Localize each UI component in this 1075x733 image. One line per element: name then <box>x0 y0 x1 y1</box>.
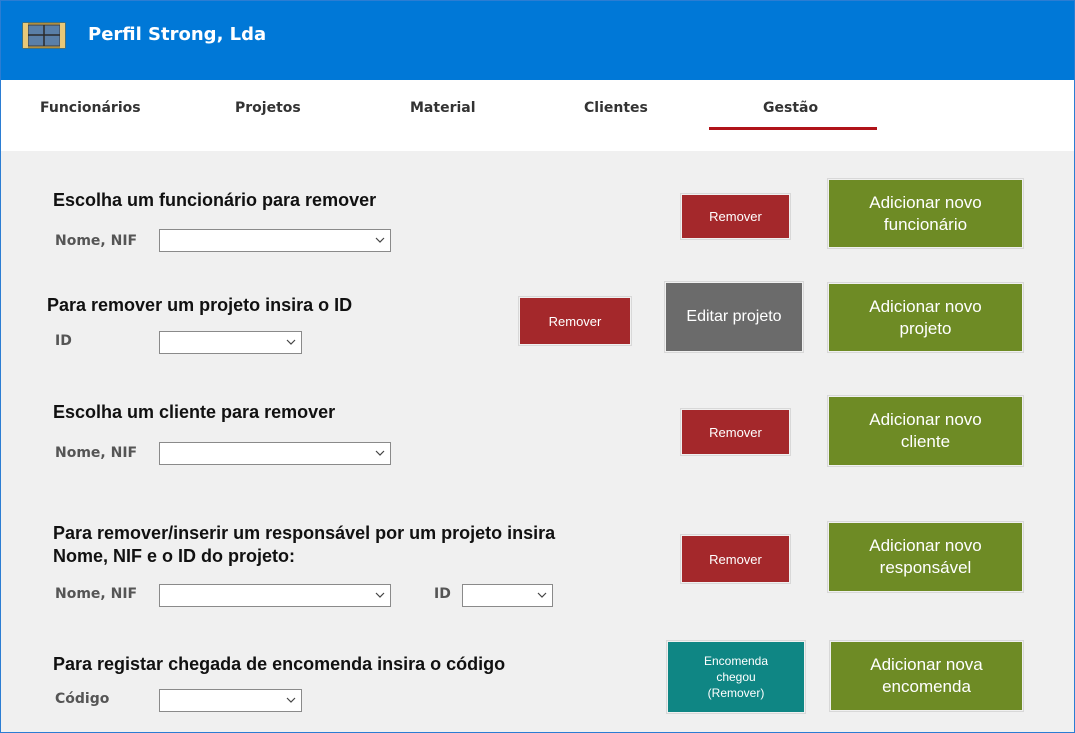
order-code-select[interactable] <box>159 689 302 712</box>
tab-gestao[interactable]: Gestão <box>763 100 818 116</box>
remove-client-heading: Escolha um cliente para remover <box>53 402 336 422</box>
add-employee-button[interactable]: Adicionar novo funcionário <box>827 178 1024 249</box>
employee-name-nif-label: Nome, NIF <box>55 233 138 249</box>
tab-funcionarios[interactable]: Funcionários <box>40 100 141 116</box>
remove-employee-button[interactable]: Remover <box>680 193 791 240</box>
project-id-select[interactable] <box>159 331 302 354</box>
responsible-project-id-select[interactable] <box>462 584 553 607</box>
chevron-down-icon <box>286 339 296 345</box>
remove-employee-heading: Escolha um funcionário para remover <box>53 190 377 210</box>
responsible-select[interactable] <box>159 584 391 607</box>
tab-projetos[interactable]: Projetos <box>235 100 301 116</box>
chevron-down-icon <box>375 237 385 243</box>
remove-project-heading: Para remover um projeto insira o ID <box>47 295 353 315</box>
tab-bar <box>0 80 1075 151</box>
title-bar: Perfil Strong, Lda <box>0 0 1075 80</box>
responsible-heading-line1: Para remover/inserir um responsável por … <box>53 523 556 543</box>
remove-project-button[interactable]: Remover <box>518 296 632 346</box>
active-tab-indicator <box>709 127 877 130</box>
add-client-button[interactable]: Adicionar novo cliente <box>827 395 1024 467</box>
tab-material[interactable]: Material <box>410 100 476 116</box>
add-order-button[interactable]: Adicionar nova encomenda <box>829 640 1024 712</box>
chevron-down-icon <box>537 592 547 598</box>
responsible-name-nif-label: Nome, NIF <box>55 586 138 602</box>
order-arrival-heading: Para registar chegada de encomenda insir… <box>53 654 506 674</box>
chevron-down-icon <box>286 697 296 703</box>
tab-clientes[interactable]: Clientes <box>584 100 648 116</box>
client-name-nif-label: Nome, NIF <box>55 445 138 461</box>
project-id-label: ID <box>55 333 72 349</box>
window-frame-icon <box>22 22 66 49</box>
responsible-project-id-label: ID <box>434 586 451 602</box>
remove-responsible-button[interactable]: Remover <box>680 534 791 584</box>
employee-select[interactable] <box>159 229 391 252</box>
add-project-button[interactable]: Adicionar novo projeto <box>827 282 1024 353</box>
chevron-down-icon <box>375 450 385 456</box>
order-arrived-remove-button[interactable]: Encomenda chegou (Remover) <box>666 640 806 714</box>
app-title: Perfil Strong, Lda <box>88 24 267 45</box>
edit-project-button[interactable]: Editar projeto <box>664 281 804 353</box>
chevron-down-icon <box>375 592 385 598</box>
order-code-label: Código <box>55 691 110 707</box>
client-select[interactable] <box>159 442 391 465</box>
remove-client-button[interactable]: Remover <box>680 408 791 456</box>
add-responsible-button[interactable]: Adicionar novo responsável <box>827 521 1024 593</box>
responsible-heading-line2: Nome, NIF e o ID do projeto: <box>53 546 295 566</box>
